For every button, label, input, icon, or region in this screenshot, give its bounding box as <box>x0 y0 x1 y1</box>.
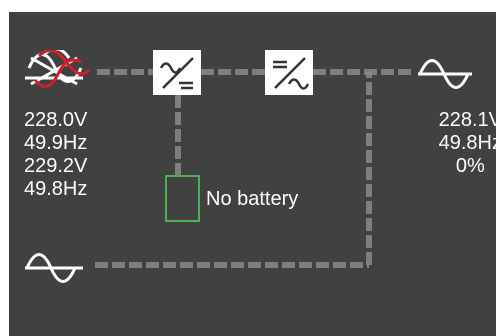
output-readings: 228.1V 49.8Hz 0% <box>439 109 496 178</box>
dc-to-ac-icon <box>273 57 310 90</box>
output-voltage: 228.1V <box>438 109 496 131</box>
ac-fault-icon <box>25 50 91 88</box>
battery-outline-icon <box>165 175 200 222</box>
inverter-module <box>265 50 313 95</box>
ups-flow-panel: No battery 228.0V 49.9Hz 229.2V 49.8Hz 2… <box>9 12 496 336</box>
output-load: 0% <box>455 155 485 177</box>
ac-to-dc-icon <box>159 57 194 90</box>
output-frequency: 49.8Hz <box>438 132 496 154</box>
main-input-frequency: 49.9Hz <box>24 132 88 154</box>
battery-status-label: No battery <box>206 188 299 210</box>
ac-sine-icon <box>418 59 472 89</box>
rectifier-module <box>153 50 201 95</box>
main-input-voltage: 228.0V <box>24 109 88 131</box>
input-readings: 228.0V 49.9Hz 229.2V 49.8Hz <box>24 109 87 201</box>
bypass-input-voltage: 229.2V <box>24 155 88 177</box>
bypass-ac-sine-icon <box>25 253 83 283</box>
bypass-input-frequency: 49.8Hz <box>24 178 88 200</box>
